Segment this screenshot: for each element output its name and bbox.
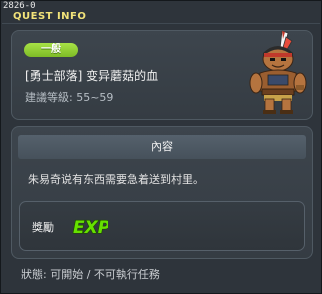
quest-status: 狀態: 可開始 / 不可執行任務 (21, 268, 160, 281)
window-title: QUEST INFO (13, 11, 87, 22)
quest-info-window: 2826-0 QUEST INFO 一般 [勇士部落] 变异蘑菇的血 建議等級:… (0, 0, 322, 294)
quest-summary-panel: 一般 [勇士部落] 变异蘑菇的血 建議等級: 55~59 (11, 30, 313, 120)
quest-name: [勇士部落] 变异蘑菇的血 (25, 69, 159, 83)
recommended-level: 建議等級: 55~59 (25, 91, 114, 104)
reward-label: 獎勵 (32, 221, 54, 234)
quest-category-badge: 一般 (24, 43, 78, 57)
quest-description: 朱易奇说有东西需要急着送到村里。 (28, 173, 204, 186)
quest-id: 2826-0 (3, 1, 36, 11)
exp-icon-text: EXP (73, 218, 108, 238)
exp-reward-icon[interactable]: EXP (72, 214, 108, 238)
content-header: 內容 (18, 135, 306, 159)
quest-content-panel: 內容 朱易奇说有东西需要急着送到村里。 獎勵 EXP (11, 126, 313, 259)
title-divider (2, 23, 320, 25)
reward-box: 獎勵 EXP (19, 201, 305, 251)
npc-warrior-portrait (249, 30, 307, 114)
